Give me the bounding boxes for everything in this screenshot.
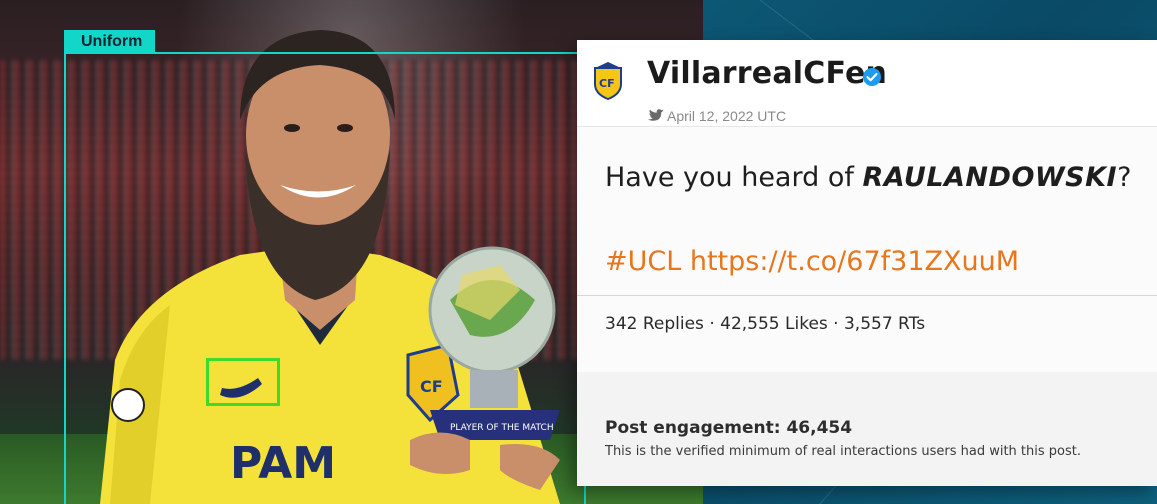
tweet-text-suffix: ? [1117, 162, 1132, 193]
engagement-note: This is the verified minimum of real int… [605, 444, 1081, 459]
tweet-link[interactable]: #UCL https://t.co/67f31ZXuuM [605, 246, 1019, 277]
uniform-label: Uniform [64, 30, 156, 54]
tweet-text-prefix: Have you heard of [605, 162, 863, 193]
divider [577, 295, 1157, 296]
tweet-text-bold: RAULANDOWSKI [862, 162, 1118, 193]
logo-annotation-box [206, 358, 280, 406]
tweet-date: April 12, 2022 UTC [667, 108, 787, 124]
tweet-text: Have you heard of RAULANDOWSKI? [605, 162, 1131, 193]
uniform-annotation-box [64, 52, 586, 504]
verified-badge-icon [863, 68, 881, 86]
svg-text:CF: CF [599, 77, 615, 90]
twitter-bird-icon [648, 109, 664, 121]
tweet-stats: 342 Replies · 42,555 Likes · 3,557 RTs [605, 314, 926, 334]
tweet-username[interactable]: VillarrealCFen [647, 56, 887, 91]
tweet-card: CF VillarrealCFen April 12, 2022 UTC Hav… [577, 40, 1157, 486]
villarreal-crest-icon: CF [594, 62, 622, 100]
engagement-label: Post engagement: 46,454 [605, 418, 853, 438]
